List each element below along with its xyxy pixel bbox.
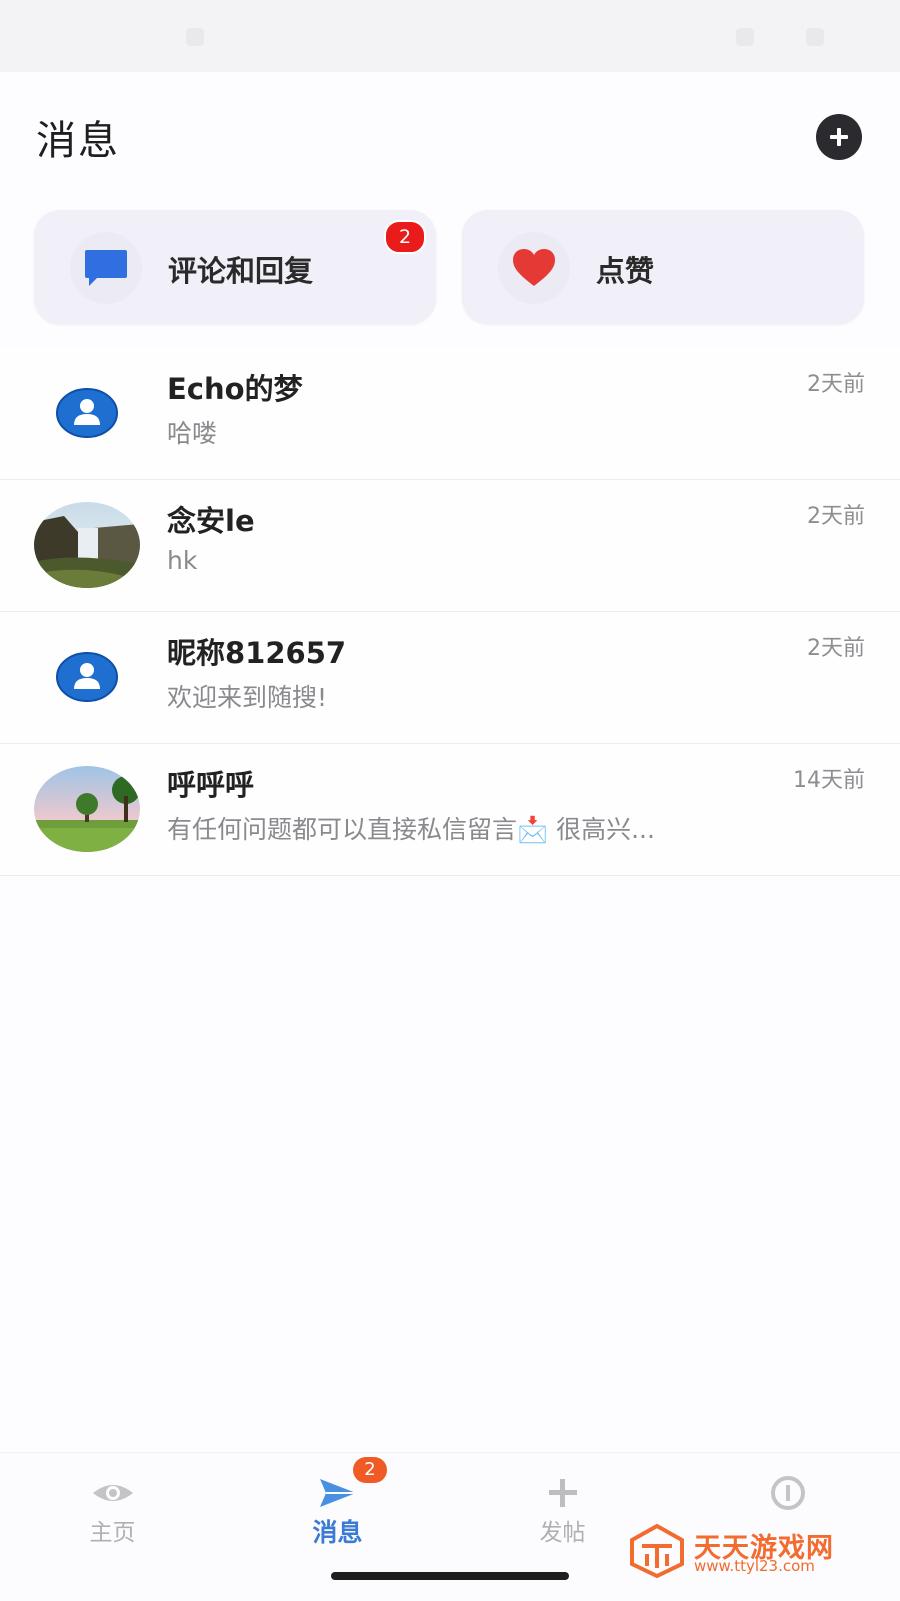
default-user-icon xyxy=(34,634,140,720)
watermark: 天天游戏网 www.ttyl23.com xyxy=(630,1524,880,1578)
conversation-item[interactable]: 呼呼呼 有任何问题都可以直接私信留言📩 很高兴... 14天前 xyxy=(0,744,900,876)
conversation-item[interactable]: 昵称812657 欢迎来到随搜! 2天前 xyxy=(0,612,900,744)
status-icon xyxy=(186,28,204,46)
watermark-logo-icon xyxy=(630,1524,684,1578)
likes-card[interactable]: 点赞 xyxy=(462,210,864,324)
contact-name: 呼呼呼 xyxy=(167,768,255,802)
heart-icon xyxy=(498,232,570,304)
message-preview: 有任何问题都可以直接私信留言📩 很高兴... xyxy=(167,815,655,844)
conversation-item[interactable]: Echo的梦 哈喽 2天前 xyxy=(0,348,900,480)
watermark-url: www.ttyl23.com xyxy=(694,1557,815,1575)
contact-name: 昵称812657 xyxy=(167,636,347,670)
message-preview: 欢迎来到随搜! xyxy=(167,683,328,712)
conversation-list: Echo的梦 哈喽 2天前 念安le hk 2天前 昵称812657 欢迎来到随… xyxy=(0,348,900,876)
message-time: 2天前 xyxy=(807,504,865,529)
notification-cards: 评论和回复 2 点赞 xyxy=(34,210,868,326)
message-time: 14天前 xyxy=(793,768,865,793)
add-button[interactable] xyxy=(816,114,862,160)
eye-icon xyxy=(92,1485,133,1501)
tab-label: 消息 xyxy=(312,1518,363,1547)
comment-icon xyxy=(70,232,142,304)
comments-replies-card[interactable]: 评论和回复 2 xyxy=(34,210,436,324)
tab-label: 主页 xyxy=(89,1520,136,1546)
conversation-item[interactable]: 念安le hk 2天前 xyxy=(0,480,900,612)
battery-icon xyxy=(806,28,824,46)
likes-label: 点赞 xyxy=(596,254,655,288)
tree-landscape-avatar xyxy=(34,766,140,852)
message-preview: 哈喽 xyxy=(167,419,218,448)
comments-replies-label: 评论和回复 xyxy=(168,254,314,288)
page-title: 消息 xyxy=(36,118,120,164)
message-time: 2天前 xyxy=(807,636,865,661)
message-preview: hk xyxy=(167,546,198,575)
tab-messages[interactable]: 2 消息 xyxy=(225,1453,450,1563)
tab-home[interactable]: 主页 xyxy=(0,1453,225,1563)
contact-name: Echo的梦 xyxy=(167,372,303,406)
plus-icon xyxy=(830,128,848,146)
plus-icon xyxy=(548,1479,577,1507)
unread-badge: 2 xyxy=(384,220,426,254)
wifi-icon xyxy=(736,28,754,46)
home-indicator[interactable] xyxy=(331,1572,569,1580)
contact-name: 念安le xyxy=(167,504,255,538)
message-time: 2天前 xyxy=(807,372,865,397)
status-bar xyxy=(0,0,900,72)
waterfall-avatar xyxy=(34,502,140,588)
tab-badge: 2 xyxy=(353,1457,387,1483)
info-icon xyxy=(770,1476,805,1510)
header: 消息 xyxy=(0,72,900,192)
send-icon xyxy=(319,1479,356,1507)
default-user-icon xyxy=(34,370,140,456)
